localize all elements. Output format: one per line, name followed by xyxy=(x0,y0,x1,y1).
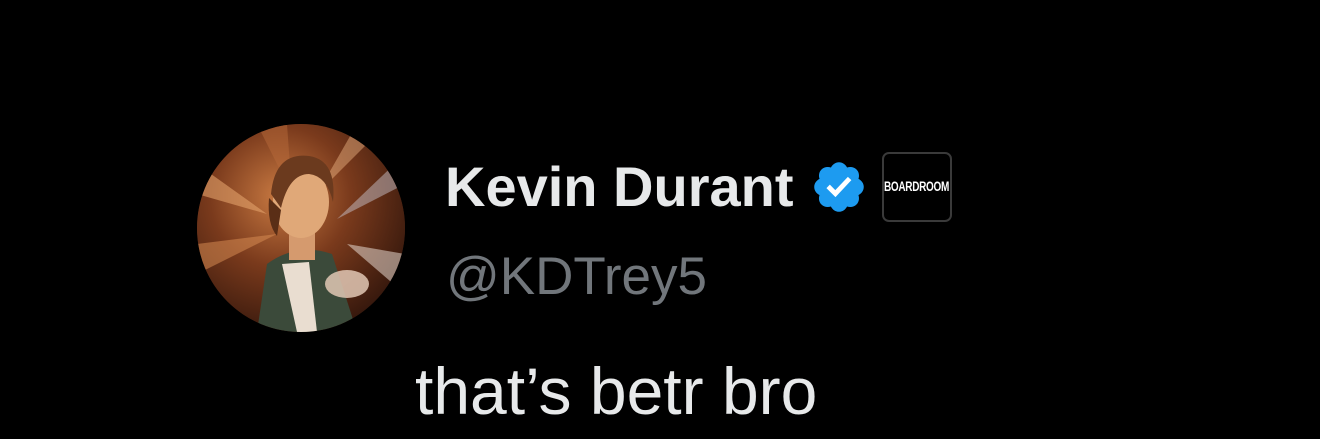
display-name[interactable]: Kevin Durant xyxy=(445,159,794,215)
author-name-row: Kevin Durant BOARDROOM xyxy=(445,148,952,226)
avatar[interactable] xyxy=(197,124,405,332)
tweet-text: that’s betr bro xyxy=(415,354,818,428)
affiliate-badge-label: BOARDROOM xyxy=(883,179,950,195)
avatar-image xyxy=(197,124,405,332)
verified-badge-icon[interactable] xyxy=(810,158,868,216)
tweet-card: Kevin Durant BOARDROOM @KDTrey5 that’s b… xyxy=(0,0,1320,439)
author-handle[interactable]: @KDTrey5 xyxy=(446,250,707,303)
affiliate-badge[interactable]: BOARDROOM xyxy=(881,152,952,222)
